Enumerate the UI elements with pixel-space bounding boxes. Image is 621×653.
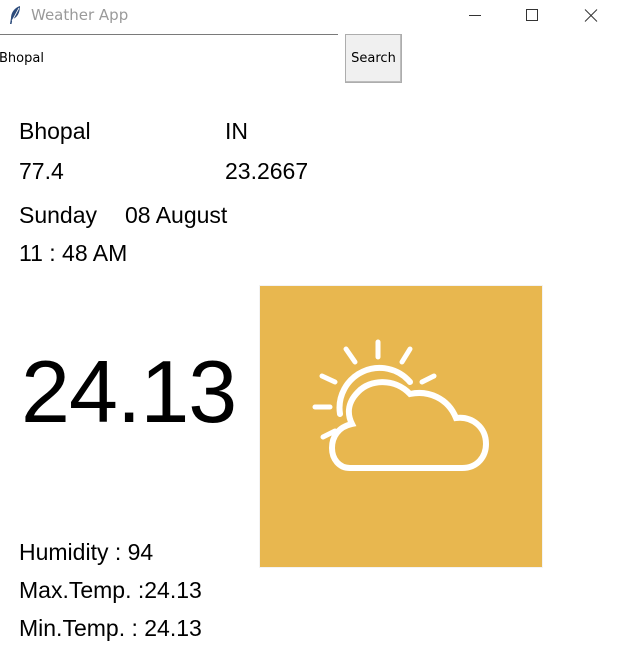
maximize-icon (526, 9, 538, 21)
window-title: Weather App (31, 6, 129, 24)
maximize-button[interactable] (509, 0, 555, 31)
minimize-icon (469, 15, 481, 16)
close-icon (584, 9, 598, 22)
feather-icon (8, 5, 22, 25)
city-search-input[interactable] (0, 34, 338, 82)
title-bar: Weather App (0, 0, 621, 31)
search-button[interactable]: Search (345, 34, 402, 83)
partly-cloudy-icon (312, 339, 490, 471)
country-code: IN (225, 118, 248, 144)
max-temperature-value: Max.Temp. :24.13 (19, 577, 202, 603)
city-name: Bhopal (19, 118, 91, 144)
day-name: Sunday (19, 202, 98, 228)
time-text: 11 : 48 AM (19, 240, 128, 266)
latitude-value: 23.2667 (225, 158, 309, 184)
minimize-button[interactable] (452, 0, 498, 31)
min-temperature-value: Min.Temp. : 24.13 (19, 615, 202, 641)
weather-app-window: Weather App Search Bhopal IN 77.4 23.266… (0, 0, 621, 653)
close-button[interactable] (568, 0, 614, 31)
date-text: 08 August (125, 202, 228, 228)
current-temperature: 24.13 (21, 342, 237, 441)
humidity-value: Humidity : 94 (19, 539, 154, 565)
longitude-value: 77.4 (19, 158, 64, 184)
weather-condition-tile (259, 285, 543, 568)
